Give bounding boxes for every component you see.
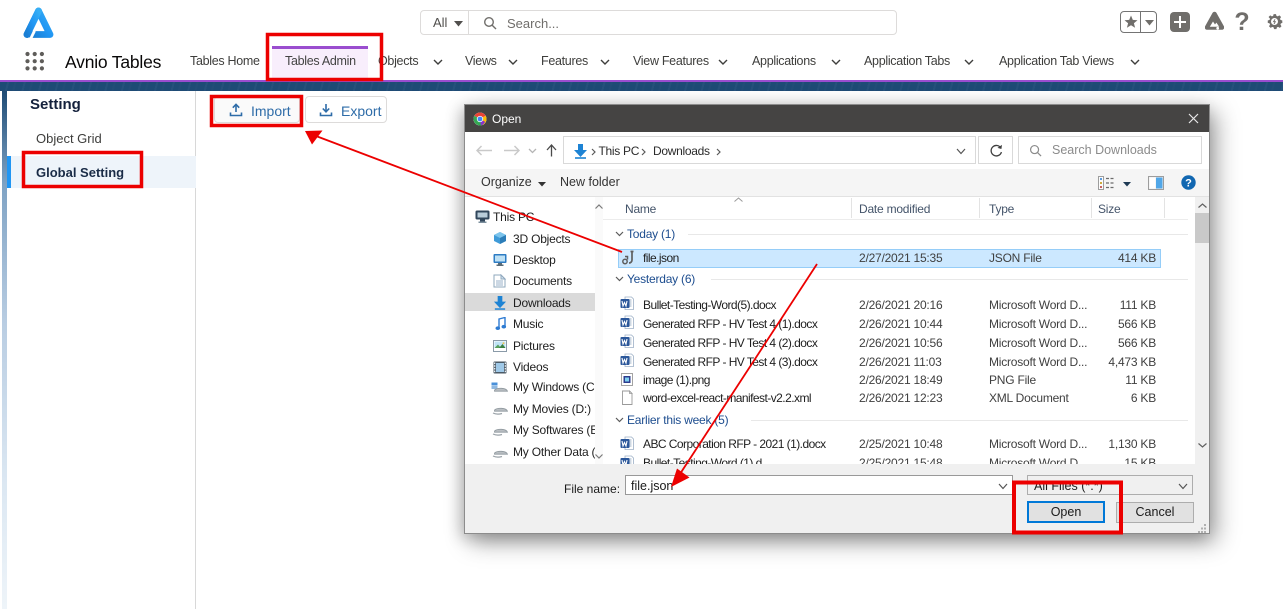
- svg-text:?: ?: [1234, 8, 1249, 34]
- svg-text:?: ?: [1185, 177, 1192, 189]
